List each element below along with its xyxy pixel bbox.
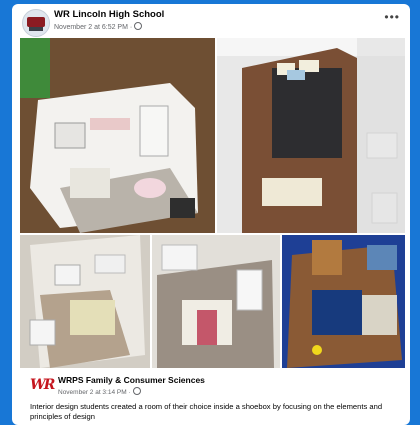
- shared-post[interactable]: WR WRPS Family & Consumer Sciences Novem…: [20, 370, 404, 424]
- photo-3-image: [20, 235, 150, 368]
- globe-icon: [134, 22, 143, 30]
- post-timestamp[interactable]: November 2 at 6:52 PM ·: [54, 22, 143, 31]
- shared-page-name[interactable]: WRPS Family & Consumer Sciences: [58, 375, 205, 385]
- post-card: WR Lincoln High School November 2 at 6:5…: [12, 4, 410, 425]
- post-header: WR Lincoln High School November 2 at 6:5…: [12, 4, 410, 38]
- photo-4-image: [152, 235, 280, 368]
- page-logo[interactable]: WR: [30, 377, 55, 393]
- gallery-photo-1[interactable]: [20, 38, 215, 233]
- more-options-icon[interactable]: •••: [384, 10, 400, 24]
- gallery-photo-4[interactable]: [152, 235, 280, 368]
- page-avatar[interactable]: [22, 9, 50, 37]
- shared-timestamp-text: November 2 at 3:14 PM ·: [58, 389, 131, 396]
- photo-gallery: [12, 38, 410, 368]
- shared-globe-icon: [132, 387, 141, 395]
- gallery-photo-2[interactable]: [217, 38, 405, 233]
- shared-timestamp[interactable]: November 2 at 3:14 PM ·: [58, 387, 141, 396]
- shared-post-text: Interior design students created a room …: [30, 402, 383, 421]
- post-timestamp-text: November 2 at 6:52 PM ·: [54, 24, 133, 31]
- avatar-shape-top: [27, 17, 45, 27]
- gallery-photo-3[interactable]: [20, 235, 150, 368]
- avatar-shape-bottom: [29, 27, 43, 31]
- photo-1-image: [20, 38, 215, 233]
- post-author[interactable]: WR Lincoln High School: [54, 9, 164, 20]
- gallery-photo-5[interactable]: [282, 235, 405, 368]
- photo-2-image: [217, 38, 405, 233]
- photo-5-image: [282, 235, 405, 368]
